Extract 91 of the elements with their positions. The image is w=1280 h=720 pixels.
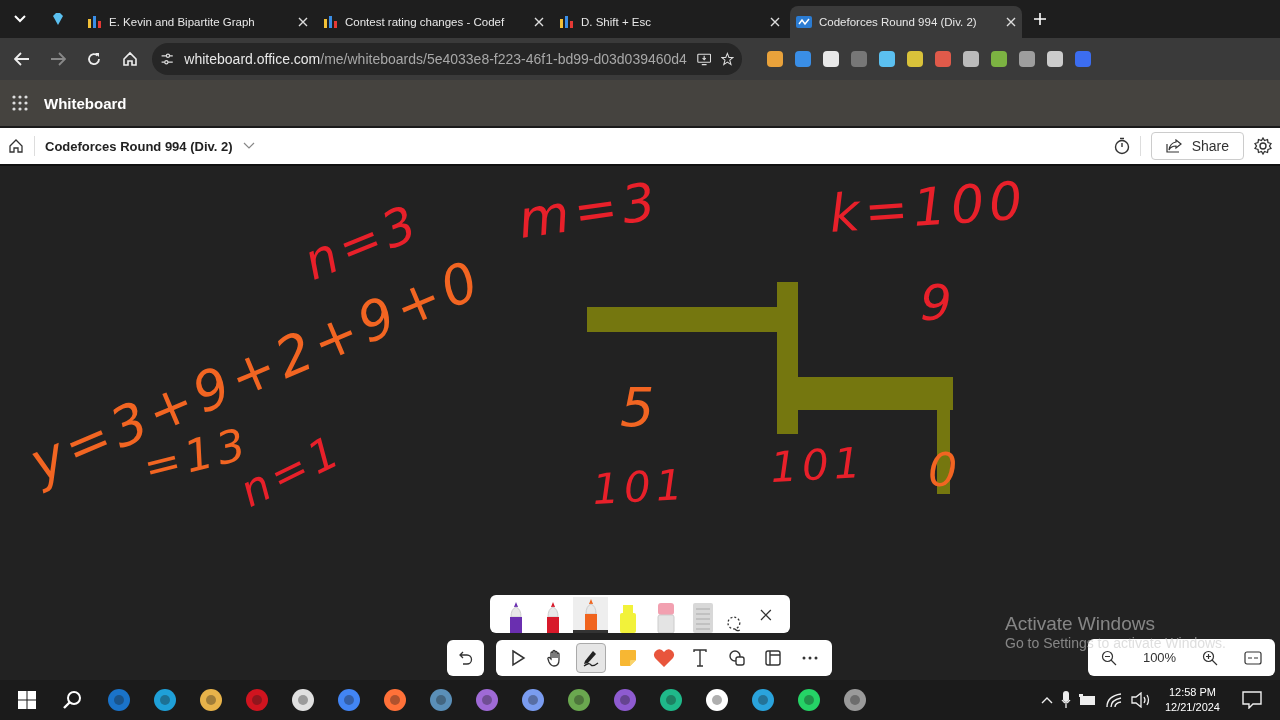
activation-notice-title: Activate Windows — [1005, 613, 1156, 635]
pointer-icon — [509, 649, 528, 667]
address-field[interactable]: whiteboard.office.com/me/whiteboards/5e4033e8-f223-46f1-bd99-d03d039460d4 — [152, 43, 742, 75]
star-icon[interactable] — [721, 51, 734, 67]
app-icon — [567, 688, 591, 712]
app-icon — [107, 688, 131, 712]
undo-button[interactable] — [447, 640, 484, 676]
home-icon — [122, 51, 138, 67]
bar-chart-icon — [560, 16, 574, 28]
app-title: Whiteboard — [44, 94, 127, 112]
install-icon[interactable] — [696, 51, 712, 67]
plus-icon — [1034, 13, 1046, 25]
lasso-icon[interactable] — [724, 615, 743, 633]
clock[interactable]: 12:58 PM 12/21/2024 — [1158, 684, 1226, 716]
app-launcher-icon[interactable] — [12, 95, 28, 111]
browser-tab[interactable]: Contest rating changes - Codef — [318, 6, 550, 38]
browser-tab[interactable]: E. Kevin and Bipartite Graph — [82, 6, 314, 38]
undo-icon — [458, 650, 473, 666]
app-icon — [843, 688, 867, 712]
zoom-level: 100% — [1142, 650, 1177, 665]
notifications-icon[interactable] — [1242, 691, 1262, 709]
share-button[interactable]: Share — [1150, 132, 1244, 160]
app-icon — [613, 688, 637, 712]
chevron-up-icon[interactable] — [1040, 696, 1053, 704]
extension-icon[interactable] — [1046, 50, 1064, 68]
settings-icon[interactable] — [1254, 137, 1272, 155]
site-info-icon[interactable] — [160, 51, 175, 67]
back-icon — [14, 52, 30, 66]
handwritten-text: 101 — [768, 437, 868, 494]
browser-tab[interactable]: D. Shift + Esc — [554, 6, 786, 38]
app-icon — [153, 688, 177, 712]
app-icon — [705, 688, 729, 712]
extension-icon[interactable] — [1018, 50, 1036, 68]
chevron-down-icon[interactable] — [242, 142, 255, 150]
volume-icon[interactable] — [1130, 692, 1151, 708]
more-icon — [801, 656, 818, 660]
extension-icon[interactable] — [766, 50, 784, 68]
extension-icon[interactable] — [822, 50, 840, 68]
marker-icon — [545, 601, 562, 633]
close-icon[interactable] — [760, 609, 773, 621]
ink-tool-button[interactable] — [576, 643, 607, 673]
text-icon — [692, 649, 709, 667]
handwritten-text: k=100 — [826, 169, 1030, 246]
app-icon — [475, 688, 499, 712]
marker-icon — [507, 601, 524, 633]
handwritten-text: 5 — [619, 375, 661, 441]
app-icon — [659, 688, 683, 712]
wifi-icon[interactable] — [1104, 692, 1123, 708]
reload-icon — [86, 51, 102, 67]
microphone-icon[interactable] — [1060, 691, 1071, 709]
fit-to-screen-icon[interactable] — [1244, 650, 1263, 665]
app-icon — [245, 688, 269, 712]
marker-icon — [582, 598, 599, 630]
app-icon — [797, 688, 821, 712]
extension-icon[interactable] — [878, 50, 896, 68]
diamond-icon — [51, 12, 65, 26]
app-icon — [521, 688, 545, 712]
handwritten-text: 9 — [919, 273, 958, 334]
search-icon — [63, 690, 83, 710]
whiteboard-icon — [796, 16, 812, 28]
ruler-icon — [692, 601, 715, 633]
extension-icon[interactable] — [906, 50, 924, 68]
zoom-out-icon[interactable] — [1100, 649, 1117, 666]
app-icon — [429, 688, 453, 712]
home-icon[interactable] — [8, 138, 24, 154]
board-title: Codeforces Round 994 (Div. 2) — [45, 138, 233, 154]
browser-tab[interactable]: Codeforces Round 994 (Div. 2) — [790, 6, 1022, 38]
battery-icon[interactable] — [1078, 694, 1097, 706]
chevron-down-icon — [14, 15, 26, 23]
app-icon — [199, 688, 223, 712]
timer-icon[interactable] — [1113, 137, 1130, 155]
layout-icon — [764, 649, 783, 667]
bar-chart-icon — [88, 16, 102, 28]
app-icon — [291, 688, 315, 712]
bar-chart-icon — [324, 16, 338, 28]
handwritten-text: 101 — [590, 459, 690, 516]
sticky-note-icon — [617, 648, 638, 668]
app-icon — [751, 688, 775, 712]
forward-icon — [50, 52, 66, 66]
heart-icon — [652, 648, 675, 668]
pen-tool[interactable] — [572, 597, 609, 633]
share-icon — [1165, 139, 1182, 153]
shapes-icon — [727, 649, 746, 667]
extension-icon[interactable] — [990, 50, 1008, 68]
eraser-icon — [655, 601, 676, 633]
app-icon — [383, 688, 407, 712]
zoom-in-icon[interactable] — [1202, 649, 1219, 666]
extension-icon[interactable] — [962, 50, 980, 68]
windows-logo-icon — [18, 691, 36, 709]
app-icon — [337, 688, 361, 712]
handwritten-text: m=3 — [513, 169, 665, 252]
